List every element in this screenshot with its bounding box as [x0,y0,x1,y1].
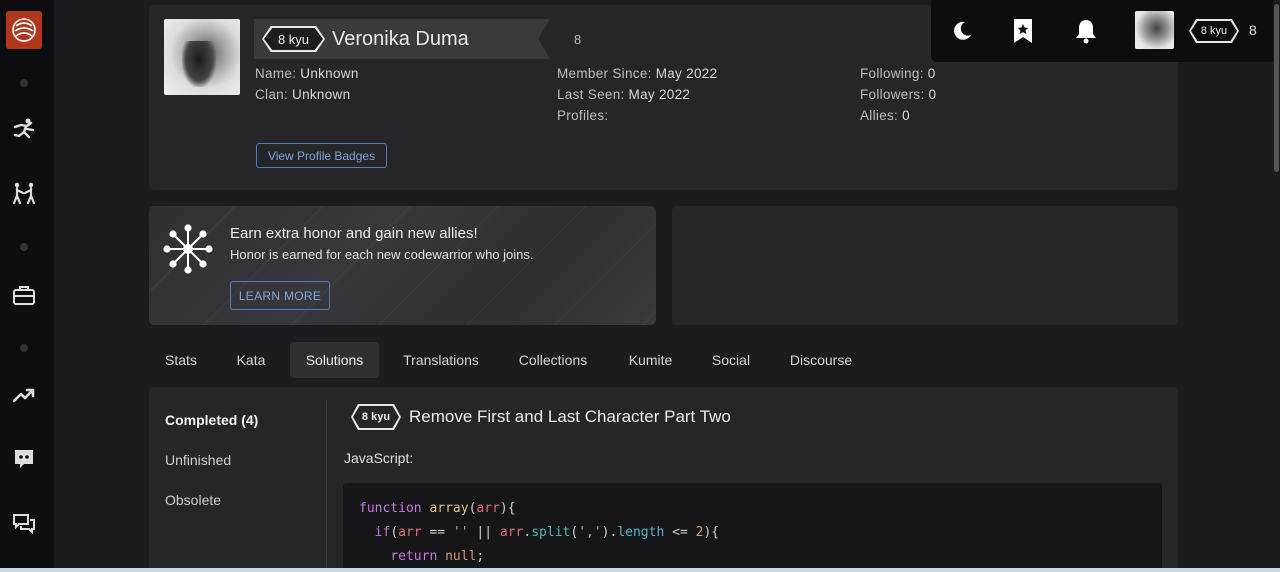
language-label: JavaScript: [344,450,414,466]
code-block: function array(arr){ if(arr == '' || arr… [343,483,1162,572]
stat-last-seen: Last Seen: May 2022 [557,87,691,102]
topbar-rank-badge: 8 kyu [1189,19,1239,43]
sidebar-divider-dot [20,344,28,352]
leaderboard-trending-icon[interactable] [10,381,38,409]
moon-icon[interactable] [948,17,976,45]
filter-obsolete[interactable]: Obsolete [165,492,221,508]
promo-title: Earn extra honor and gain new allies! [230,225,478,242]
honor-count: 8 [574,32,582,47]
tab-solutions[interactable]: Solutions [290,342,379,378]
network-star-icon [163,224,213,274]
learn-more-button[interactable]: LEARN MORE [230,281,330,310]
rank-badge-label: 8 kyu [264,28,323,50]
promo-subtitle: Honor is earned for each new codewarrior… [230,247,534,262]
tab-discourse[interactable]: Discourse [780,342,862,378]
filter-unfinished[interactable]: Unfinished [165,452,231,468]
stat-profiles: Profiles: [557,108,609,123]
bookmark-star-icon[interactable] [1009,17,1037,45]
kata-title-link[interactable]: Remove First and Last Character Part Two [409,407,731,427]
tab-kata[interactable]: Kata [225,342,277,378]
filter-completed[interactable]: Completed (4) [165,412,258,428]
view-profile-badges-button[interactable]: View Profile Badges [256,143,387,168]
briefcase-icon[interactable] [10,281,38,309]
tab-collections[interactable]: Collections [508,342,598,378]
tab-stats[interactable]: Stats [155,342,207,378]
empty-panel [672,206,1178,325]
username: Veronika Duma [332,28,469,50]
practice-icon[interactable] [10,180,38,208]
user-avatar-menu[interactable] [1135,11,1174,49]
tab-social[interactable]: Social [703,342,759,378]
sidebar-divider-dot [20,243,28,251]
kata-rank-badge: 8 kyu [351,404,401,430]
window-bottom-edge [0,568,1280,572]
divider [326,400,327,572]
codewars-logo-icon[interactable] [6,11,42,49]
topbar-rank-label: 8 kyu [1191,21,1237,41]
chat-icon[interactable] [10,510,38,538]
stat-clan: Clan: Unknown [255,87,351,102]
discord-icon[interactable] [10,445,38,473]
topbar-honor: 8 [1249,22,1257,38]
sidebar [0,0,54,572]
tab-translations[interactable]: Translations [393,342,489,378]
scrollbar-thumb[interactable] [1274,4,1279,172]
stat-followers[interactable]: Followers: 0 [860,87,936,102]
stat-following[interactable]: Following: 0 [860,66,936,81]
training-icon[interactable] [10,116,38,144]
stat-name: Name: Unknown [255,66,359,81]
kata-rank-label: 8 kyu [353,406,399,428]
stat-allies[interactable]: Allies: 0 [860,108,910,123]
profile-avatar [164,19,240,95]
referral-promo-card [149,206,656,325]
stat-member-since: Member Since: May 2022 [557,66,718,81]
tab-kumite[interactable]: Kumite [618,342,683,378]
bell-icon[interactable] [1072,17,1100,45]
rank-badge: 8 kyu [262,26,325,52]
sidebar-divider-dot [20,79,28,87]
